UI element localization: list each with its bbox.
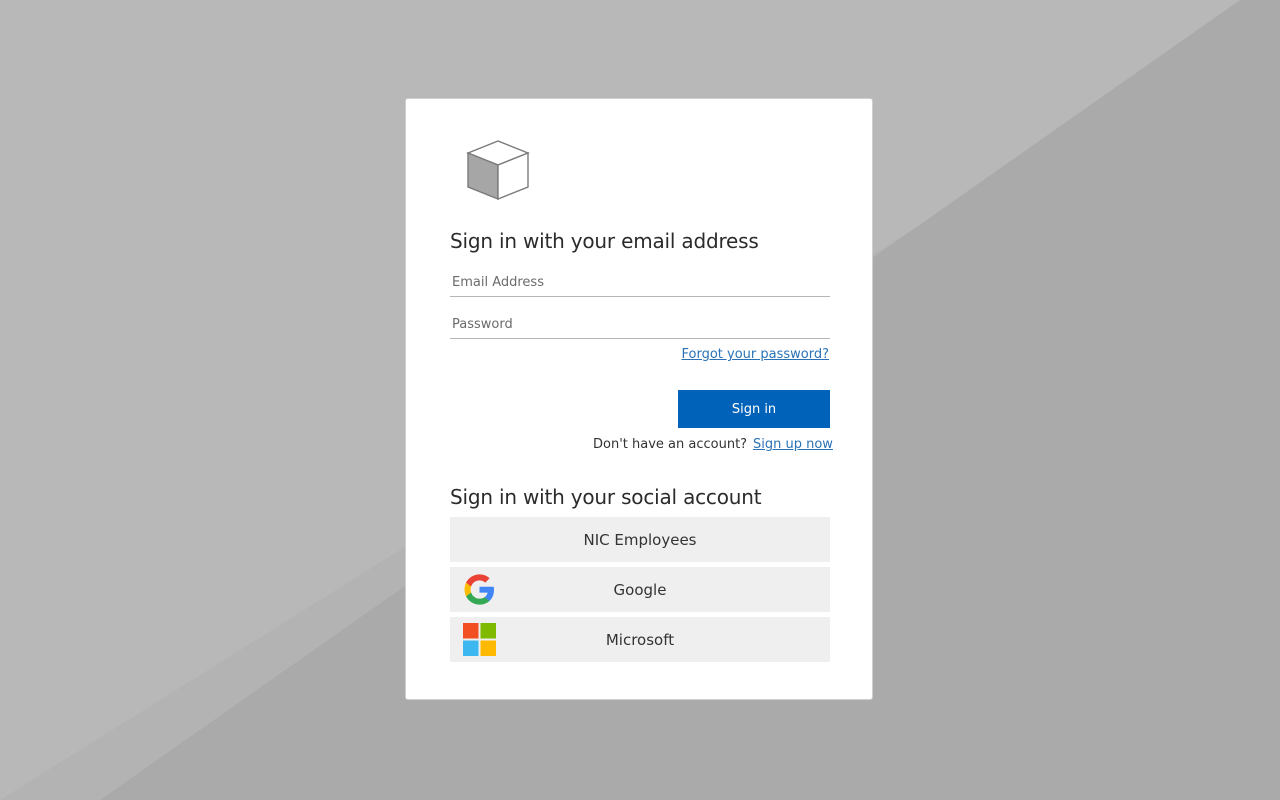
sign-in-card: Sign in with your email address Forgot y… [405,98,873,700]
nic-employees-label: NIC Employees [583,530,697,549]
password-input[interactable] [450,311,830,339]
sign-up-link[interactable]: Sign up now [753,437,833,452]
no-account-text: Don't have an account? [593,437,748,452]
sign-in-button[interactable]: Sign in [678,390,830,428]
microsoft-label: Microsoft [605,630,675,649]
google-label: Google [613,580,667,599]
email-input[interactable] [450,269,830,297]
email-sign-in-heading: Sign in with your email address [450,229,759,253]
cube-logo-icon [466,140,530,201]
google-button[interactable]: Google [450,567,830,612]
microsoft-button[interactable]: Microsoft [450,617,830,662]
nic-employees-button[interactable]: NIC Employees [450,517,830,562]
social-sign-in-heading: Sign in with your social account [450,485,762,509]
forgot-password-link[interactable]: Forgot your password? [681,347,829,362]
